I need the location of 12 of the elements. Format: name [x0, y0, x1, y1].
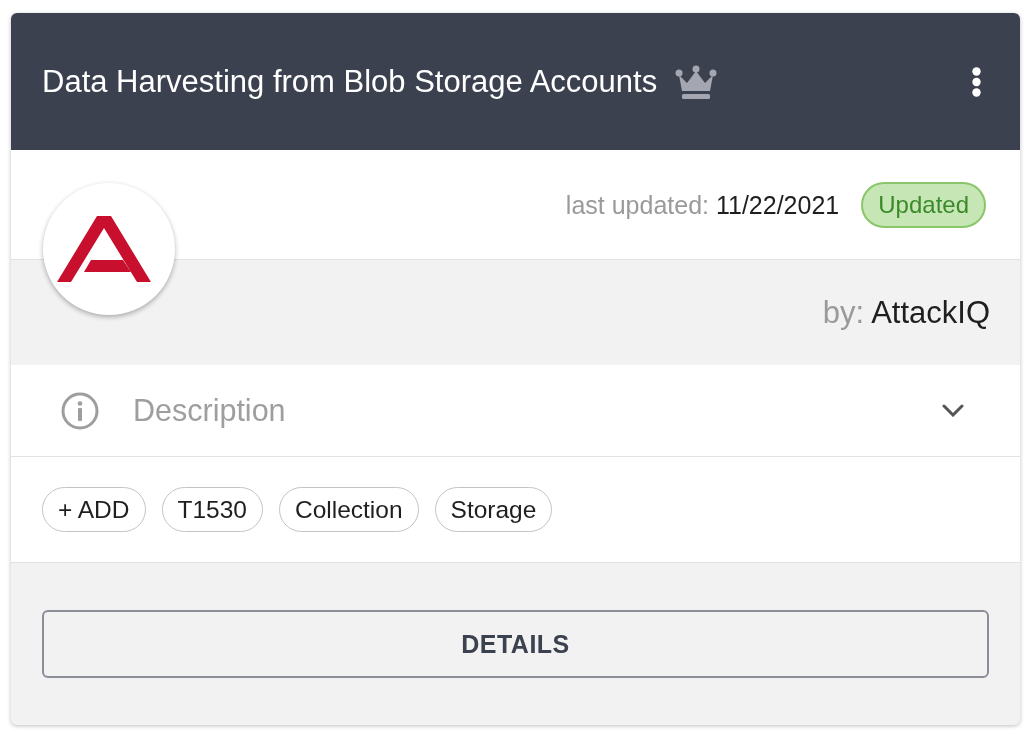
tag-chip[interactable]: Storage [434, 487, 553, 532]
details-button[interactable]: DETAILS [42, 610, 989, 678]
author-text: by: AttackIQ [822, 294, 990, 331]
tag-chip[interactable]: T1530 [161, 487, 263, 532]
add-tag-button[interactable]: + ADD [42, 487, 146, 532]
card-title: Data Harvesting from Blob Storage Accounts [42, 63, 658, 100]
status-badge: Updated [861, 182, 986, 228]
kebab-menu-icon [971, 66, 981, 97]
tag-chip[interactable]: Collection [278, 487, 419, 532]
info-icon [61, 391, 99, 430]
crown-icon [675, 64, 718, 99]
last-updated-text: last updated: 11/22/2021 [565, 190, 840, 221]
